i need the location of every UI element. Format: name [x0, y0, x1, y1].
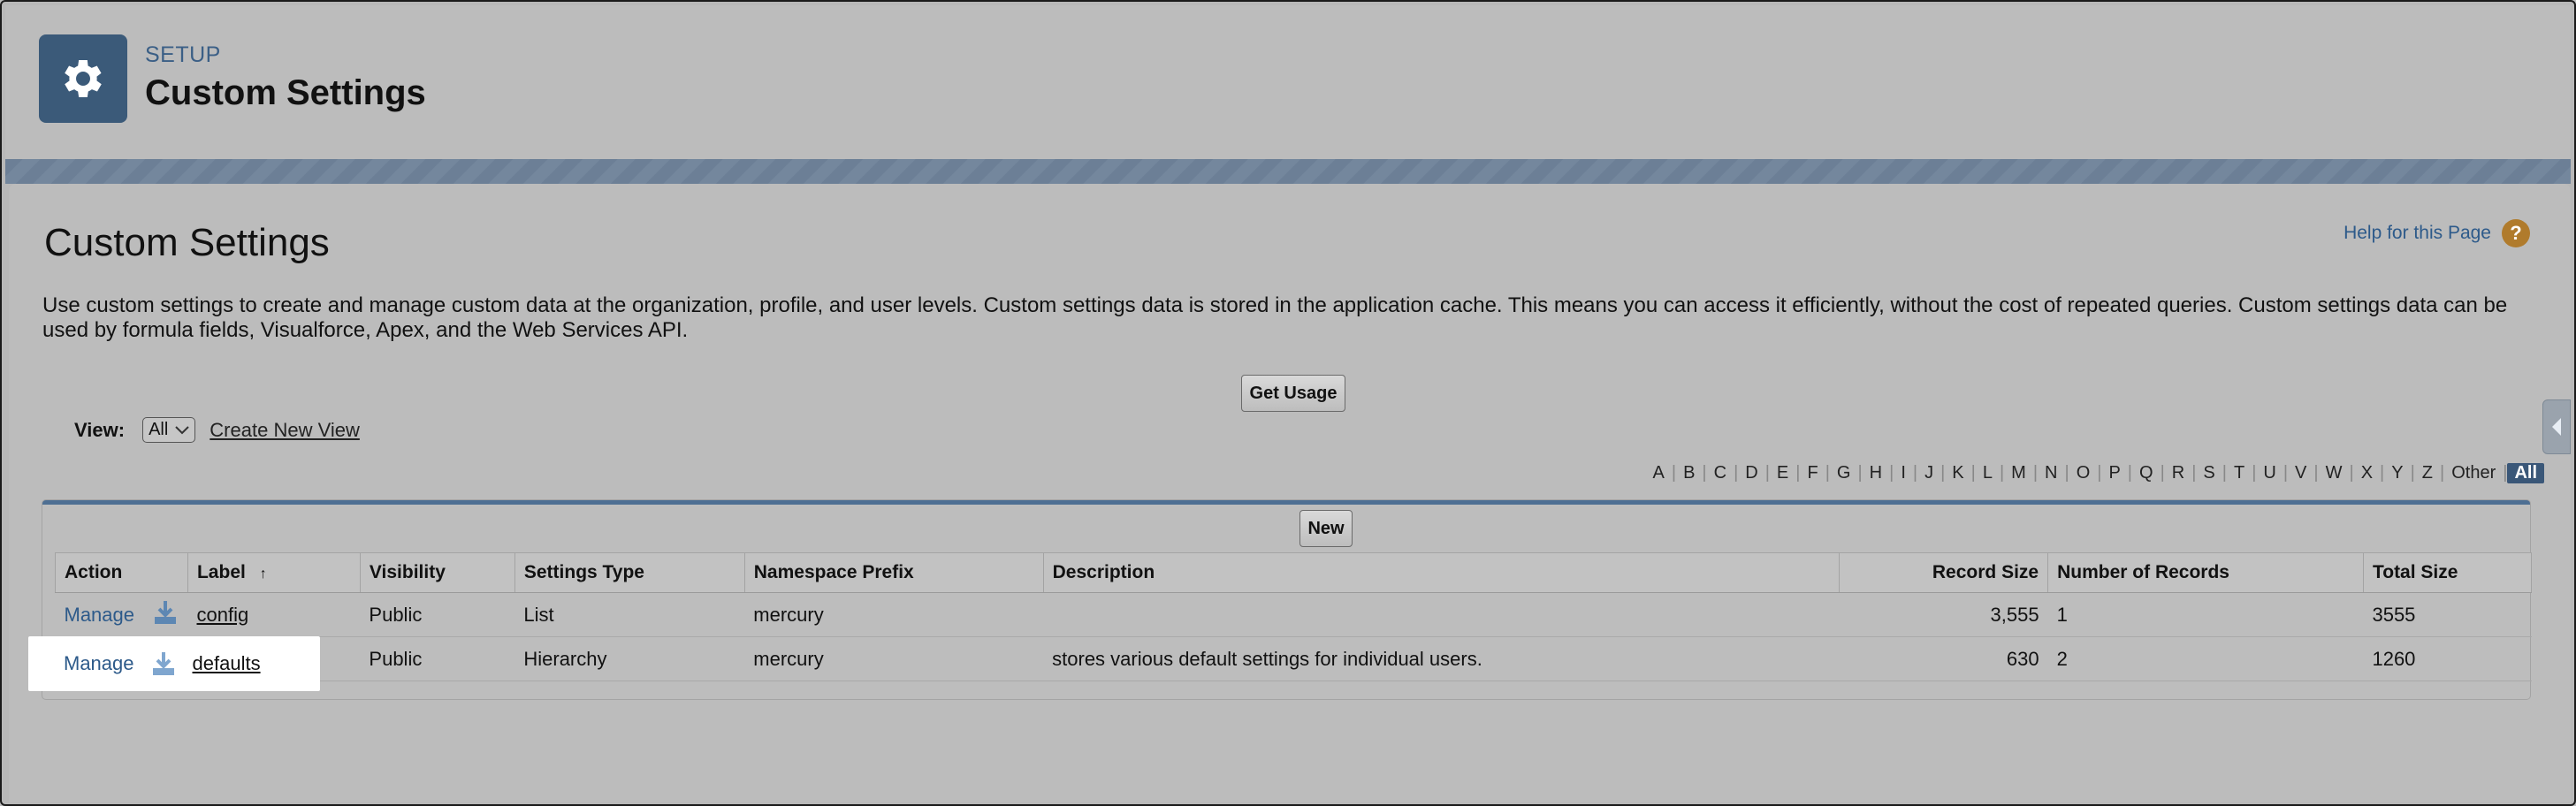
alpha-filter-all[interactable]: All [2507, 463, 2544, 483]
description-cell [1043, 592, 1840, 637]
alpha-filter-d[interactable]: D [1738, 463, 1764, 483]
alpha-filter-g[interactable]: G [1830, 463, 1858, 483]
col-label[interactable]: Label ↑ [187, 552, 361, 593]
alpha-filter-m[interactable]: M [2004, 463, 2033, 483]
window-frame: SETUP Custom Settings Custom Settings He… [0, 0, 2576, 806]
setting-label-link[interactable]: defaults [193, 652, 261, 675]
help-icon[interactable]: ? [2502, 219, 2530, 247]
create-new-view-link[interactable]: Create New View [210, 419, 360, 442]
gear-icon [39, 34, 127, 123]
view-bar: View: All Create New View [74, 417, 360, 443]
page-description: Use custom settings to create and manage… [42, 293, 2508, 342]
alpha-filter: A | B | C | D | E | F | G | H | I | J | K | L | M | N | O | P | Q | R | S | T |… [1646, 463, 2544, 483]
alpha-filter-p[interactable]: P [2101, 463, 2127, 483]
settings-type-cell: List [514, 592, 745, 637]
namespace-cell: mercury [744, 592, 1044, 637]
sort-ascending-icon[interactable]: ↑ [260, 566, 267, 582]
manage-link[interactable]: Manage [64, 652, 134, 675]
visibility-cell: Public [360, 592, 515, 637]
alpha-filter-a[interactable]: A [1646, 463, 1672, 483]
alpha-filter-n[interactable]: N [2038, 463, 2064, 483]
setup-header: SETUP Custom Settings [5, 5, 2571, 160]
alpha-filter-e[interactable]: E [1770, 463, 1795, 483]
chevron-down-icon [175, 425, 190, 434]
view-select-value: All [149, 420, 169, 439]
alpha-filter-f[interactable]: F [1800, 463, 1825, 483]
setting-label-link[interactable]: config [196, 604, 248, 626]
manage-link[interactable]: Manage [65, 604, 135, 627]
alpha-filter-i[interactable]: I [1894, 463, 1913, 483]
setup-title: Custom Settings [145, 73, 426, 112]
alpha-filter-s[interactable]: S [2196, 463, 2222, 483]
alpha-filter-r[interactable]: R [2165, 463, 2191, 483]
alpha-filter-v[interactable]: V [2288, 463, 2313, 483]
record-size-cell: 630 [1839, 636, 2048, 681]
custom-settings-list: New Action Label ↑ Visibility Settings T… [42, 500, 2533, 699]
col-description: Description [1042, 552, 1841, 593]
download-icon[interactable] [152, 599, 179, 631]
alpha-filter-y[interactable]: Y [2384, 463, 2410, 483]
alpha-filter-c[interactable]: C [1707, 463, 1734, 483]
total-size-cell: 1260 [2363, 636, 2532, 681]
number-of-records-cell: 2 [2047, 636, 2364, 681]
total-size-cell: 3555 [2363, 592, 2532, 637]
namespace-cell: mercury [744, 636, 1044, 681]
col-number-of-records: Number of Records [2047, 552, 2364, 593]
page-title: Custom Settings [44, 221, 330, 264]
record-size-cell: 3,555 [1839, 592, 2048, 637]
alpha-filter-q[interactable]: Q [2132, 463, 2161, 483]
new-button[interactable]: New [1299, 510, 1353, 547]
get-usage-button[interactable]: Get Usage [1241, 375, 1345, 412]
decorative-band [5, 159, 2571, 184]
view-select[interactable]: All [142, 417, 196, 443]
visibility-cell: Public [360, 636, 515, 681]
alpha-filter-x[interactable]: X [2354, 463, 2380, 483]
table-row: Manage config Public List mercury 3,555 … [55, 592, 2532, 637]
alpha-filter-other[interactable]: Other [2444, 463, 2503, 483]
col-record-size: Record Size [1839, 552, 2049, 593]
alpha-filter-h[interactable]: H [1863, 463, 1889, 483]
alpha-filter-w[interactable]: W [2319, 463, 2350, 483]
alpha-filter-z[interactable]: Z [2415, 463, 2440, 483]
main-panel: Custom Settings Help for this Page ? Use… [9, 184, 2571, 802]
alpha-filter-u[interactable]: U [2256, 463, 2283, 483]
help-link-label[interactable]: Help for this Page [2344, 223, 2491, 244]
table-header-row: Action Label ↑ Visibility Settings Type … [55, 552, 2533, 593]
alpha-filter-o[interactable]: O [2069, 463, 2098, 483]
alpha-filter-l[interactable]: L [1976, 463, 2000, 483]
help-link[interactable]: Help for this Page ? [2344, 219, 2530, 247]
sidebar-toggle[interactable] [2542, 399, 2571, 454]
col-visibility: Visibility [359, 552, 515, 593]
setup-kicker: SETUP [145, 42, 221, 67]
view-label: View: [74, 418, 126, 441]
col-action: Action [55, 552, 188, 593]
highlighted-row-actions: Manage defaults [28, 636, 320, 691]
col-namespace-prefix: Namespace Prefix [743, 552, 1044, 593]
table-row: Manage Public Hierarchy mercury stores v… [55, 636, 2532, 681]
description-cell: stores various default settings for indi… [1043, 636, 1840, 681]
alpha-filter-k[interactable]: K [1945, 463, 1970, 483]
settings-table: Action Label ↑ Visibility Settings Type … [55, 552, 2533, 681]
number-of-records-cell: 1 [2047, 592, 2364, 637]
col-total-size: Total Size [2362, 552, 2533, 593]
alpha-filter-b[interactable]: B [1676, 463, 1702, 483]
alpha-filter-j[interactable]: J [1917, 463, 1940, 483]
alpha-filter-t[interactable]: T [2227, 463, 2252, 483]
chevron-left-icon [2552, 418, 2561, 436]
col-settings-type: Settings Type [514, 552, 745, 593]
download-icon[interactable] [150, 650, 177, 677]
settings-type-cell: Hierarchy [514, 636, 745, 681]
col-label-text[interactable]: Label [197, 562, 246, 582]
